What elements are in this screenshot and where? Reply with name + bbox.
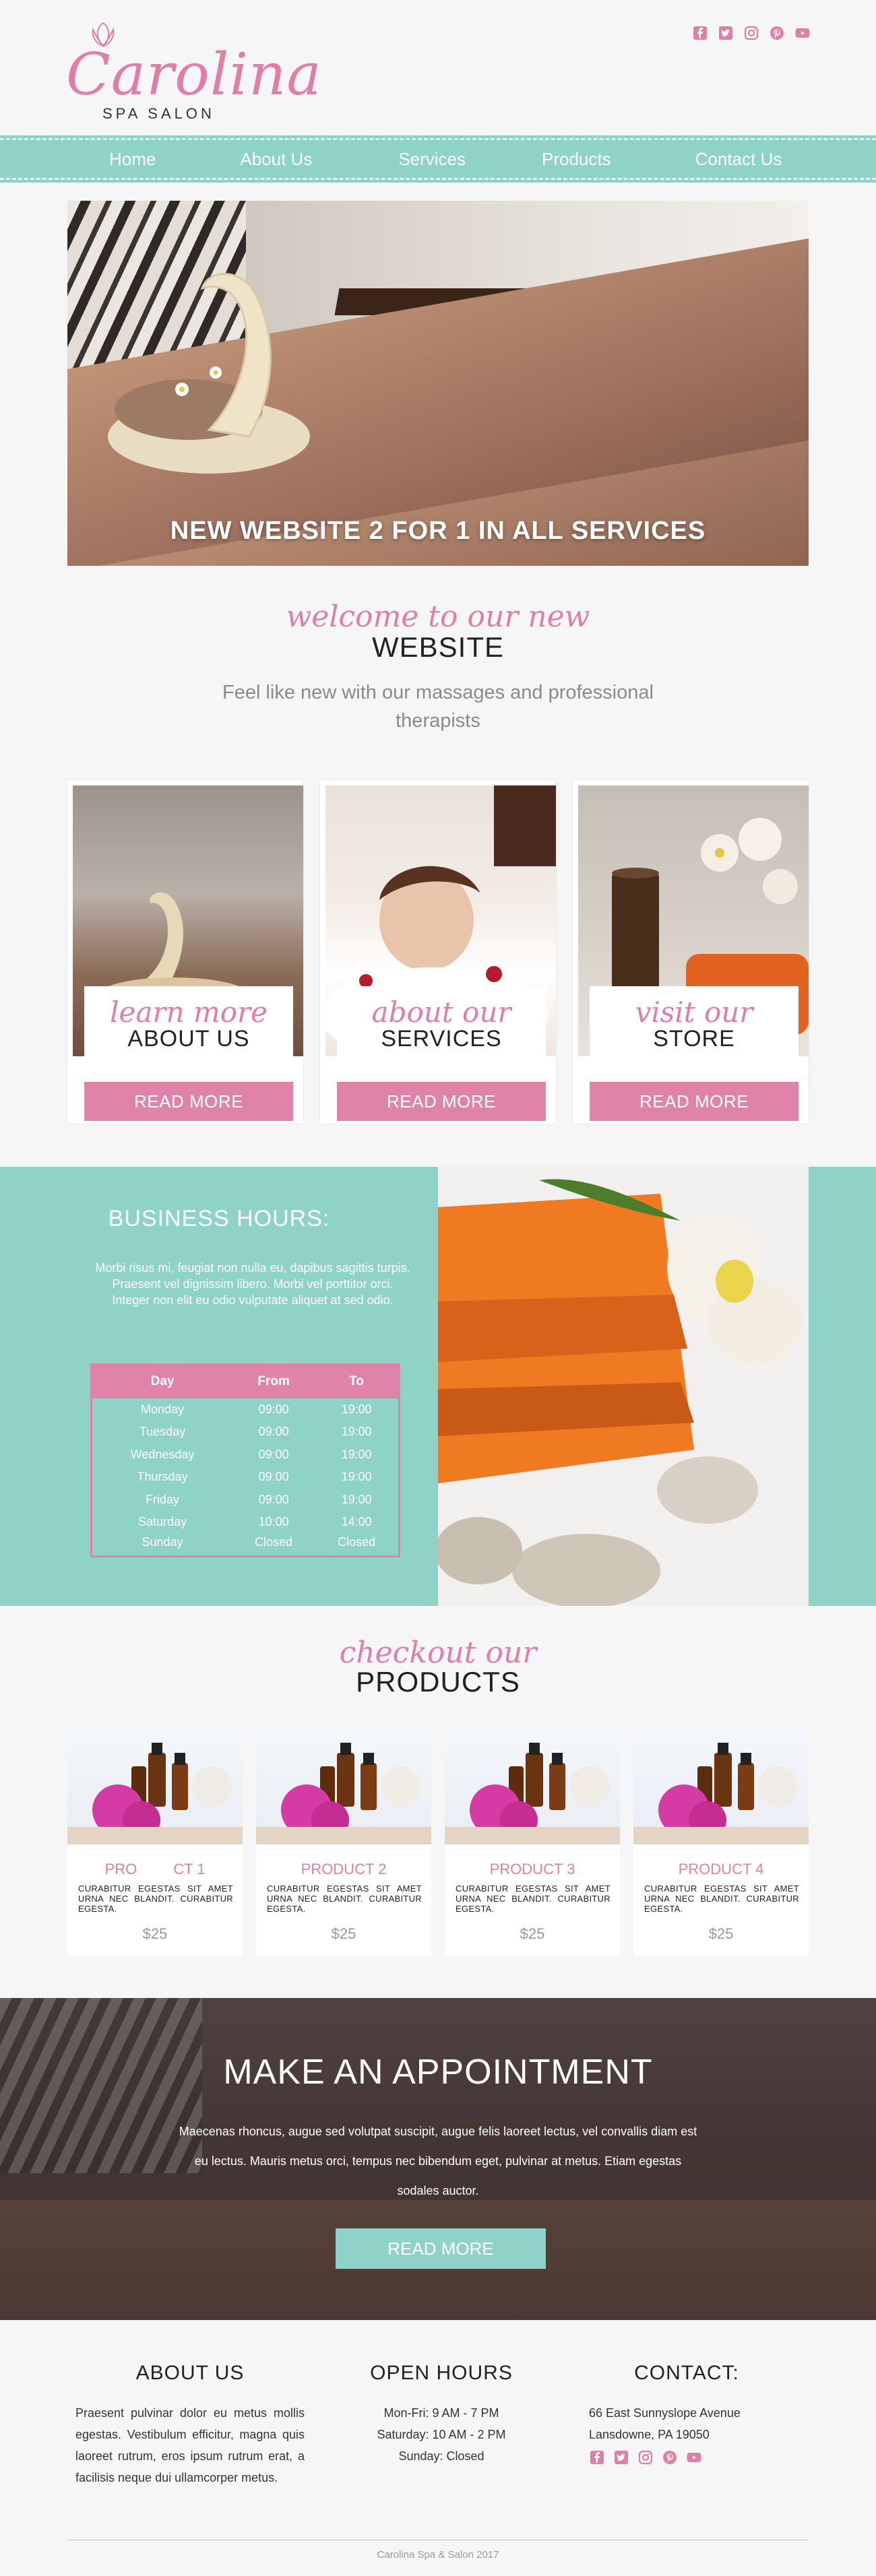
read-more-button[interactable]: READ MORE	[590, 1082, 799, 1121]
footer-contact: CONTACT: 66 East Sunnyslope Avenue Lansd…	[589, 2362, 784, 2472]
main-nav: Home About Us Services Products Contact …	[0, 135, 876, 183]
nav-contact-us[interactable]: Contact Us	[695, 149, 782, 170]
product-description: CURABITUR EGESTAS SIT AMET URNA NEC BLAN…	[267, 1883, 422, 1914]
footer-contact-title: CONTACT:	[634, 2362, 739, 2384]
footer-hours: OPEN HOURS Mon-Fri: 9 AM - 7 PM Saturday…	[350, 2362, 532, 2467]
product-grid: PRO CT 1 CURABITUR EGESTAS SIT AMET URNA …	[67, 1726, 809, 1956]
products-script: checkout our	[339, 1636, 537, 1670]
feature-title: ABOUT US	[127, 1026, 250, 1052]
copyright: Carolina Spa & Salon 2017	[377, 2549, 499, 2561]
welcome-script: welcome to our new	[286, 600, 590, 634]
nav-home[interactable]: Home	[109, 149, 156, 170]
feature-script: visit our	[635, 996, 753, 1029]
product-price: $25	[142, 1925, 168, 1942]
footer-hours-line: Sunday: Closed	[398, 2449, 484, 2463]
product-title: PRODUCT 4	[678, 1861, 764, 1877]
instagram-icon[interactable]	[637, 2449, 654, 2472]
pinterest-icon[interactable]	[768, 24, 786, 42]
welcome-title: WEBSITE	[371, 631, 505, 663]
product-card[interactable]: PRODUCT 3 CURABITUR EGESTAS SIT AMET URN…	[445, 1726, 620, 1956]
table-row: Friday 09:00 19:00	[146, 1492, 372, 1506]
site-header: Carolina SPA SALON	[0, 0, 876, 138]
footer-about-text: Praesent pulvinar dolor eu metus mollis …	[75, 2406, 305, 2484]
product-price: $25	[331, 1925, 356, 1942]
logo-subtitle: SPA SALON	[102, 105, 215, 122]
site-footer: ABOUT US Praesent pulvinar dolor eu metu…	[0, 2320, 876, 2576]
feature-script: about our	[371, 996, 511, 1029]
logo-name: Carolina	[66, 41, 322, 108]
towel-swan-image	[108, 273, 310, 474]
footer-about-title: ABOUT US	[135, 2362, 245, 2384]
nav-products[interactable]: Products	[542, 149, 611, 170]
hours-title: BUSINESS HOURS:	[108, 1206, 330, 1231]
feature-card-about: learn more ABOUT US READ MORE	[67, 780, 303, 1124]
business-hours-section: BUSINESS HOURS: Morbi risus mi, feugiat …	[0, 1167, 876, 1606]
feature-card-store: visit our STORE READ MORE	[573, 780, 809, 1124]
feature-title: SERVICES	[381, 1026, 502, 1052]
product-card[interactable]: PRODUCT 4 CURABITUR EGESTAS SIT AMET URN…	[633, 1726, 809, 1956]
hero-banner[interactable]: NEW WEBSITE 2 FOR 1 IN ALL SERVICES	[67, 201, 809, 566]
table-row: Saturday 10:00 14:00	[138, 1515, 372, 1529]
product-card[interactable]: PRODUCT 2 CURABITUR EGESTAS SIT AMET URN…	[256, 1726, 431, 1956]
youtube-icon[interactable]	[686, 2449, 702, 2472]
welcome-section: welcome to our new WEBSITE Feel like new…	[0, 600, 876, 735]
hours-header-from: From	[232, 1364, 315, 1398]
product-price: $25	[520, 1925, 545, 1942]
logo[interactable]: Carolina SPA SALON	[66, 19, 321, 127]
table-row: Monday 09:00 19:00	[141, 1402, 372, 1416]
pinterest-icon[interactable]	[662, 2449, 678, 2472]
product-card[interactable]: PRO CT 1 CURABITUR EGESTAS SIT AMET URNA …	[67, 1726, 243, 1956]
footer-hours-line: Saturday: 10 AM - 2 PM	[377, 2428, 506, 2441]
essential-oils-photo	[256, 1726, 431, 1844]
twitter-icon[interactable]	[613, 2449, 629, 2472]
instagram-icon[interactable]	[743, 24, 760, 42]
appointment-read-more-button[interactable]: READ MORE	[336, 2228, 546, 2269]
table-row: Wednesday 09:00 19:00	[130, 1447, 372, 1461]
products-heading: checkout our PRODUCTS	[0, 1636, 876, 1698]
nav-services[interactable]: Services	[398, 149, 466, 170]
footer-address-line-1: 66 East Sunnyslope Avenue	[589, 2406, 741, 2420]
read-more-button[interactable]: READ MORE	[84, 1082, 293, 1121]
appointment-title: MAKE AN APPOINTMENT	[223, 2053, 653, 2092]
hours-table: Day From To Monday 09:00 19:00 Tuesday 09:0…	[90, 1363, 400, 1557]
nav-about-us[interactable]: About Us	[240, 149, 312, 170]
essential-oils-photo	[633, 1726, 809, 1844]
orange-towels-photo	[438, 1167, 809, 1606]
table-row: Sunday Closed Closed	[142, 1535, 376, 1549]
footer-address-line-2: Lansdowne, PA 19050	[589, 2428, 710, 2441]
product-description: CURABITUR EGESTAS SIT AMET URNA NEC BLAN…	[644, 1883, 799, 1914]
read-more-button[interactable]: READ MORE	[337, 1082, 546, 1121]
product-title: PRO CT 1	[104, 1861, 206, 1877]
hours-description: Morbi risus mi, feugiat non nulla eu, da…	[95, 1261, 410, 1307]
hero-caption: NEW WEBSITE 2 FOR 1 IN ALL SERVICES	[170, 517, 706, 545]
product-title: PRODUCT 3	[489, 1861, 575, 1877]
header-social-links	[691, 24, 811, 42]
feature-card-services: about our SERVICES READ MORE	[320, 780, 556, 1124]
table-row: Thursday 09:00 19:00	[137, 1470, 372, 1484]
hours-header-to: To	[315, 1364, 400, 1398]
twitter-icon[interactable]	[717, 24, 734, 42]
hours-header-day: Day	[91, 1364, 233, 1398]
product-price: $25	[708, 1925, 734, 1942]
footer-hours-line: Mon-Fri: 9 AM - 7 PM	[383, 2406, 499, 2420]
feature-title: STORE	[653, 1026, 735, 1052]
facebook-icon[interactable]	[589, 2449, 605, 2472]
appointment-text: Maecenas rhoncus, augue sed volutpat sus…	[179, 2125, 697, 2197]
footer-hours-title: OPEN HOURS	[370, 2362, 513, 2384]
footer-about: ABOUT US Praesent pulvinar dolor eu metu…	[75, 2362, 305, 2488]
essential-oils-photo	[67, 1726, 243, 1844]
feature-script: learn more	[110, 996, 268, 1029]
youtube-icon[interactable]	[794, 24, 811, 42]
footer-social-links	[589, 2449, 784, 2472]
product-description: CURABITUR EGESTAS SIT AMET URNA NEC BLAN…	[78, 1883, 233, 1914]
facebook-icon[interactable]	[691, 24, 709, 42]
welcome-lead: Feel like new with our massages and prof…	[222, 682, 654, 732]
products-title: PRODUCTS	[356, 1666, 520, 1698]
appointment-section: MAKE AN APPOINTMENT Maecenas rhoncus, au…	[0, 1998, 876, 2320]
product-title: PRODUCT 2	[301, 1861, 387, 1877]
feature-cards: learn more ABOUT US READ MORE about our …	[67, 780, 809, 1124]
essential-oils-photo	[445, 1726, 620, 1844]
table-row: Tuesday 09:00 19:00	[139, 1425, 372, 1439]
product-description: CURABITUR EGESTAS SIT AMET URNA NEC BLAN…	[456, 1883, 611, 1914]
